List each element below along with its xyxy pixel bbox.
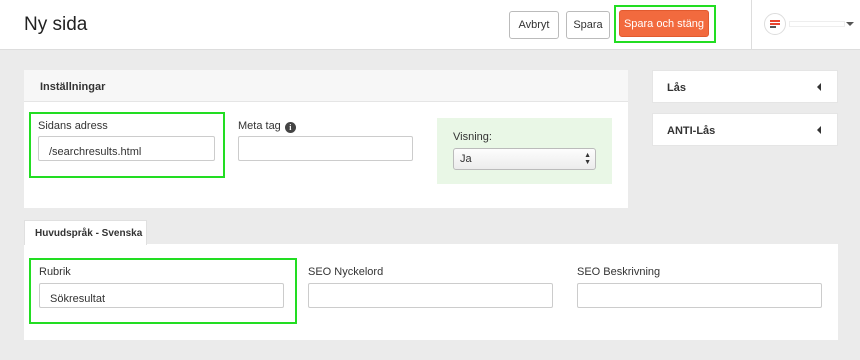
tab-main-language[interactable]: Huvudspråk - Svenska [24, 220, 147, 245]
chevron-left-icon [817, 126, 821, 134]
lock-panel-title: Lås [667, 82, 686, 94]
visning-box: Visning: Ja ▲ ▼ [437, 118, 612, 184]
user-menu[interactable] [789, 21, 845, 27]
caret-down-icon[interactable] [846, 22, 854, 26]
select-arrows-icon: ▲ ▼ [584, 152, 591, 166]
seo-keywords-input[interactable] [308, 283, 553, 308]
anti-lock-panel[interactable]: ANTI-Lås [652, 113, 838, 146]
rubrik-input[interactable] [39, 283, 284, 308]
seo-description-label: SEO Beskrivning [577, 266, 661, 278]
settings-title: Inställningar [24, 70, 628, 102]
top-bar: Ny sida Avbryt Spara Spara och stäng [0, 0, 860, 50]
visning-select[interactable]: Ja ▲ ▼ [453, 148, 596, 170]
rubrik-label: Rubrik [39, 266, 71, 278]
seo-keywords-label: SEO Nyckelord [308, 266, 384, 278]
chevron-left-icon [817, 83, 821, 91]
visning-label: Visning: [453, 131, 492, 143]
save-and-close-button[interactable]: Spara och stäng [619, 10, 709, 37]
header-divider [751, 0, 752, 50]
page-title: Ny sida [24, 14, 88, 35]
visning-selected-value: Ja [460, 153, 472, 165]
address-label: Sidans adress [38, 120, 108, 132]
logo-icon[interactable] [764, 13, 786, 35]
meta-tag-input[interactable] [238, 136, 413, 161]
seo-description-input[interactable] [577, 283, 822, 308]
cancel-button[interactable]: Avbryt [509, 11, 559, 39]
meta-tag-label: Meta tag i [238, 120, 296, 133]
anti-lock-panel-title: ANTI-Lås [667, 125, 716, 137]
save-button[interactable]: Spara [566, 11, 610, 39]
address-input[interactable] [38, 136, 215, 161]
info-icon[interactable]: i [284, 122, 296, 133]
lock-panel[interactable]: Lås [652, 70, 838, 103]
